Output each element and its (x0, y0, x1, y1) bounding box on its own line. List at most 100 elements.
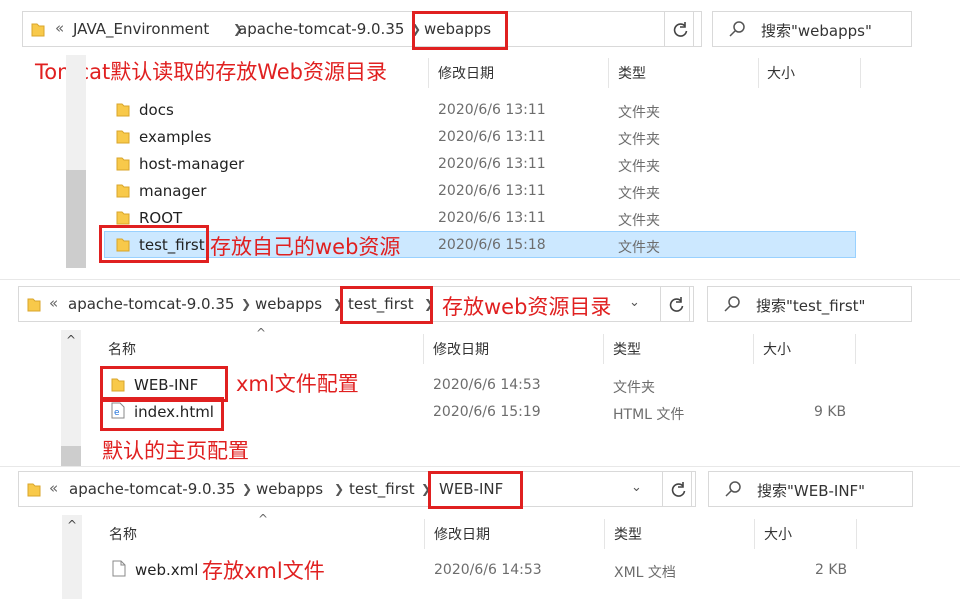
column-header-type[interactable]: 类型 (613, 339, 641, 359)
sort-up-icon: ^ (258, 512, 269, 526)
breadcrumb-item[interactable]: JAVA_Environment (73, 20, 209, 38)
folder-icon (31, 23, 45, 37)
chevron-right-icon[interactable]: ❯ (334, 482, 344, 496)
chevron-right-icon[interactable]: ❯ (241, 297, 251, 311)
scrollbar[interactable] (66, 55, 86, 268)
file-date: 2020/6/6 14:53 (434, 562, 542, 578)
search-placeholder: 搜索"WEB-INF" (757, 482, 866, 500)
annotation-text: 存放xml文件 (202, 559, 325, 583)
search-input[interactable]: 搜索"webapps" (712, 11, 912, 47)
file-type: 文件夹 (618, 240, 660, 256)
refresh-button[interactable] (664, 11, 694, 47)
folder-icon (116, 103, 130, 117)
xml-file-icon (112, 560, 126, 577)
column-header-date[interactable]: 修改日期 (438, 63, 494, 83)
search-icon (729, 21, 745, 37)
search-icon (725, 481, 741, 497)
refresh-icon (673, 22, 688, 37)
refresh-button[interactable] (660, 286, 690, 322)
breadcrumb-item[interactable]: apache-tomcat-9.0.35 (238, 20, 404, 38)
explorer-panel-web-inf: « apache-tomcat-9.0.35 ❯ webapps ❯ test_… (0, 467, 960, 599)
annotation-text: 存放web资源目录 (442, 295, 612, 319)
file-date: 2020/6/6 13:11 (438, 183, 546, 199)
column-header-size[interactable]: 大小 (764, 524, 792, 544)
file-date: 2020/6/6 13:11 (438, 156, 546, 172)
scrollbar-thumb[interactable] (61, 446, 81, 466)
folder-icon (116, 211, 130, 225)
scrollbar-thumb[interactable] (66, 170, 86, 268)
file-type: 文件夹 (618, 186, 660, 202)
file-type: 文件夹 (618, 132, 660, 148)
refresh-button[interactable] (662, 471, 692, 507)
column-header-name[interactable]: 名称 (109, 524, 137, 544)
file-type: 文件夹 (618, 213, 660, 229)
file-date: 2020/6/6 15:19 (433, 404, 541, 420)
scrollbar[interactable]: ^ (62, 515, 82, 599)
overflow-chevron-icon[interactable]: « (49, 479, 58, 497)
breadcrumb-item[interactable]: apache-tomcat-9.0.35 (68, 295, 234, 313)
breadcrumb-item[interactable]: apache-tomcat-9.0.35 (69, 480, 235, 498)
scrollbar[interactable]: ^ (61, 330, 81, 466)
search-input[interactable]: 搜索"test_first" (707, 286, 912, 322)
annotation-text: xml文件配置 (236, 372, 359, 396)
file-date: 2020/6/6 13:11 (438, 210, 546, 226)
search-icon (724, 296, 740, 312)
explorer-panel-test-first: « apache-tomcat-9.0.35 ❯ webapps ❯ test_… (0, 280, 960, 466)
sort-up-icon: ^ (256, 326, 267, 340)
highlight-box (412, 11, 508, 50)
search-input[interactable]: 搜索"WEB-INF" (708, 471, 913, 507)
file-type: 文件夹 (613, 380, 655, 396)
explorer-panel-webapps: « JAVA_Environment ❯ apache-tomcat-9.0.3… (0, 0, 960, 270)
column-header-name[interactable]: 名称 (108, 339, 136, 359)
overflow-chevron-icon[interactable]: « (49, 294, 58, 312)
address-bar[interactable]: « apache-tomcat-9.0.35 ❯ webapps ❯ test_… (18, 471, 696, 507)
chevron-down-icon[interactable]: ⌄ (629, 295, 640, 310)
file-name: manager (139, 182, 207, 200)
refresh-icon (669, 297, 684, 312)
highlight-box (340, 286, 433, 324)
file-date: 2020/6/6 14:53 (433, 377, 541, 393)
folder-icon (27, 298, 41, 312)
file-date: 2020/6/6 13:11 (438, 129, 546, 145)
highlight-box (99, 225, 209, 263)
annotation-text: 默认的主页配置 (102, 439, 249, 463)
file-type: 文件夹 (618, 105, 660, 121)
overflow-chevron-icon[interactable]: « (55, 19, 64, 37)
file-type: XML 文档 (614, 565, 676, 581)
refresh-icon (671, 482, 686, 497)
column-header-type[interactable]: 类型 (618, 63, 646, 83)
column-header-date[interactable]: 修改日期 (434, 524, 490, 544)
search-placeholder: 搜索"webapps" (761, 22, 872, 40)
file-type: 文件夹 (618, 159, 660, 175)
file-name: docs (139, 101, 174, 119)
column-header-type[interactable]: 类型 (614, 524, 642, 544)
file-name: web.xml (135, 561, 199, 579)
file-date: 2020/6/6 15:18 (438, 237, 546, 253)
column-header-size[interactable]: 大小 (763, 339, 791, 359)
file-name: host-manager (139, 155, 245, 173)
folder-icon (116, 157, 130, 171)
folder-icon (116, 130, 130, 144)
folder-icon (27, 483, 41, 497)
folder-icon (116, 184, 130, 198)
column-header-size[interactable]: 大小 (767, 63, 795, 83)
annotation-text: 存放自己的web资源 (210, 235, 401, 259)
scroll-up-icon[interactable]: ^ (67, 518, 77, 532)
file-date: 2020/6/6 13:11 (438, 102, 546, 118)
breadcrumb-item[interactable]: webapps (256, 480, 323, 498)
file-type: HTML 文件 (613, 407, 685, 423)
file-size: 9 KB (814, 404, 847, 420)
address-bar[interactable]: « JAVA_Environment ❯ apache-tomcat-9.0.3… (22, 11, 702, 47)
chevron-right-icon[interactable]: ❯ (242, 482, 252, 496)
file-size: 2 KB (815, 562, 848, 578)
annotation-text: Tomcat默认读取的存放Web资源目录 (35, 60, 387, 84)
chevron-down-icon[interactable]: ⌄ (631, 480, 642, 495)
scroll-up-icon[interactable]: ^ (66, 333, 76, 347)
highlight-box (428, 471, 523, 509)
file-name: examples (139, 128, 212, 146)
breadcrumb-item[interactable]: webapps (255, 295, 322, 313)
highlight-box (100, 397, 224, 431)
breadcrumb-item[interactable]: test_first (349, 480, 415, 498)
column-header-date[interactable]: 修改日期 (433, 339, 489, 359)
search-placeholder: 搜索"test_first" (756, 297, 866, 315)
